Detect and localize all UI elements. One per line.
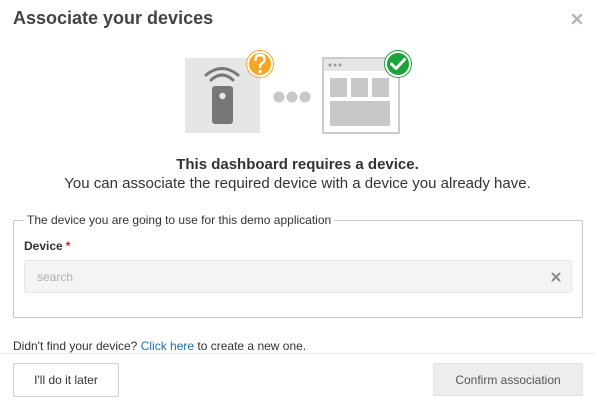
required-marker: *	[65, 239, 71, 253]
device-field-label: Device *	[24, 239, 70, 253]
device-association-illustration	[185, 50, 412, 134]
connecting-dots-icon	[273, 91, 311, 103]
device-search-box	[24, 260, 572, 293]
note-prefix: Didn't find your device?	[13, 339, 138, 353]
footer-divider	[0, 353, 595, 354]
associate-devices-dialog: Associate your devices This dashboard re…	[0, 0, 595, 402]
fieldset-legend: The device you are going to use for this…	[24, 213, 335, 227]
device-search-input[interactable]	[25, 261, 545, 292]
note-suffix: to create a new one.	[197, 339, 307, 353]
clear-search-icon[interactable]	[550, 271, 562, 283]
requirement-headline: This dashboard requires a device.	[176, 156, 419, 173]
device-fieldset: The device you are going to use for this…	[13, 213, 583, 318]
check-badge-icon	[384, 50, 412, 78]
do-it-later-button[interactable]: I'll do it later	[13, 363, 119, 397]
create-device-link[interactable]: Click here	[141, 339, 194, 353]
create-device-note: Didn't find your device? Click here to c…	[13, 339, 306, 353]
requirement-description: You can associate the required device wi…	[64, 175, 531, 192]
confirm-association-button[interactable]: Confirm association	[433, 363, 583, 396]
device-label-text: Device	[24, 239, 63, 253]
question-badge-icon	[246, 50, 274, 78]
